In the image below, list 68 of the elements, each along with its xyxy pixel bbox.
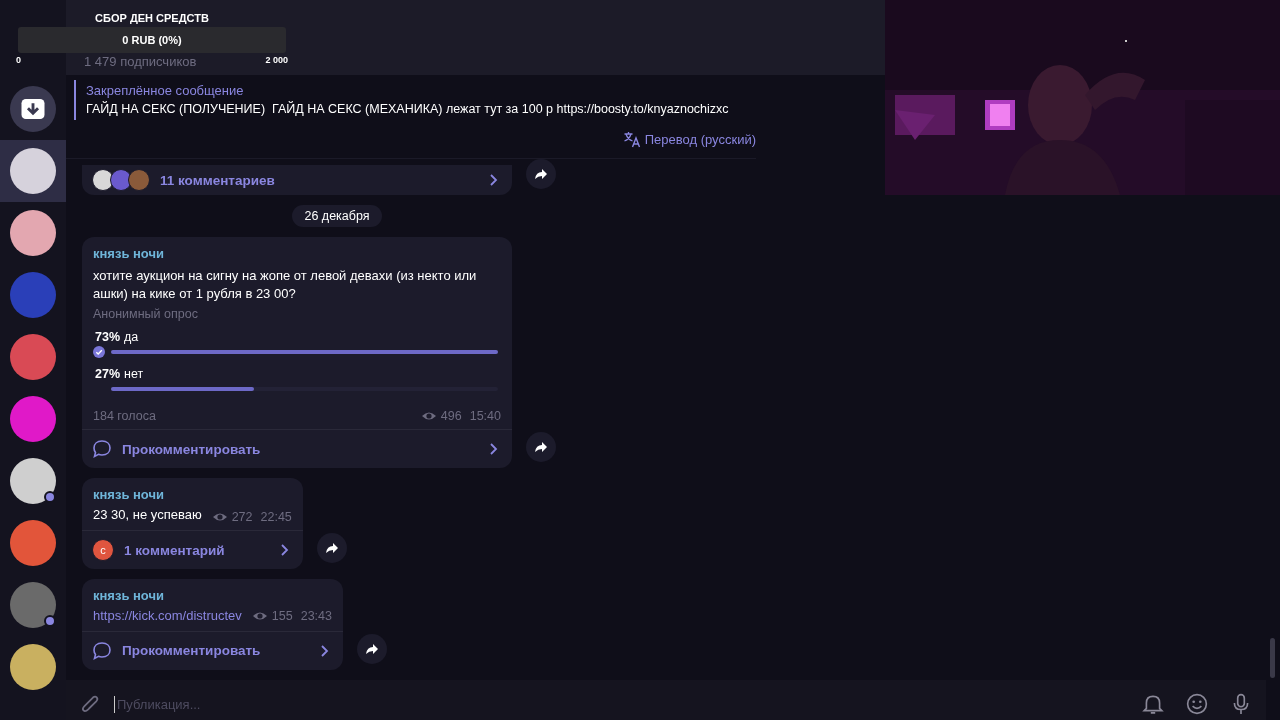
- poll-percent: 27%: [95, 367, 121, 381]
- poll-percent: 73%: [95, 330, 121, 344]
- chevron-icon: [279, 544, 289, 556]
- message-input[interactable]: Публикация...: [114, 695, 1128, 713]
- vote-count: 184 голоса: [93, 409, 156, 423]
- views-icon: [211, 511, 228, 523]
- message-time: 22:45: [260, 510, 292, 524]
- comments-label: Прокомментировать: [122, 441, 262, 457]
- message-time: 23:43: [300, 608, 332, 625]
- message-composer[interactable]: Публикация...: [66, 680, 1266, 720]
- comments-label: Прокомментировать: [122, 642, 262, 660]
- share-icon: [323, 540, 340, 556]
- avatar[interactable]: [10, 582, 56, 628]
- donation-amount: 0 RUB (0%): [122, 34, 182, 46]
- author-name[interactable]: князь ночи: [93, 245, 501, 263]
- emoji-icon[interactable]: [1186, 693, 1208, 715]
- share-icon: [533, 439, 549, 455]
- comments-button[interactable]: Прокомментировать: [82, 632, 343, 670]
- comments-button[interactable]: с 1 комментарий: [82, 531, 303, 569]
- chevron-icon: [319, 645, 329, 657]
- avatar[interactable]: [10, 148, 56, 194]
- pinned-text: ГАЙД НА СЕКС (ПОЛУЧЕНИЕ) ГАЙД НА СЕКС (МЕХАНИКА) лежат тут за 100 р https://boosty.to/knyaznochizxc: [86, 100, 729, 118]
- poll-option: да: [124, 330, 139, 344]
- share-icon: [363, 641, 380, 657]
- comment-icon: [92, 641, 112, 661]
- view-count: 155: [271, 608, 293, 625]
- avatar[interactable]: [10, 644, 56, 690]
- donation-title: СБОР ДЕН СРЕДСТВ: [95, 12, 209, 24]
- attach-icon[interactable]: [80, 694, 100, 714]
- views-icon: [420, 410, 437, 422]
- message-text: 23 30, не успеваю: [93, 506, 202, 524]
- commenter-avatar: с: [92, 539, 114, 561]
- bell-icon[interactable]: [1142, 693, 1164, 715]
- donation-min: 0: [16, 55, 21, 65]
- message-link[interactable]: https://kick.com/distructev: [93, 607, 242, 625]
- share-button[interactable]: [316, 533, 347, 563]
- comments-label: 11 комментариев: [160, 172, 276, 188]
- comments-label: 1 комментарий: [124, 542, 226, 558]
- share-button[interactable]: [526, 159, 556, 189]
- chevron-icon: [489, 174, 498, 186]
- share-button[interactable]: [526, 432, 556, 462]
- avatar[interactable]: [10, 458, 56, 504]
- subscriber-count: 1 479 подписчиков: [84, 54, 197, 69]
- views-icon: [251, 610, 268, 622]
- pinned-message[interactable]: Закреплённое сообщение ГАЙД НА СЕКС (ПОЛУЧЕНИЕ) ГАЙД НА СЕКС (МЕХАНИКА) лежат тут за 100 р https://boosty.to/knyaznochizxc: [74, 80, 729, 120]
- author-name[interactable]: князь ночи: [93, 486, 292, 504]
- message-time: 15:40: [469, 409, 501, 423]
- translate-icon: [622, 130, 641, 148]
- date-label: 26 декабря: [292, 205, 382, 227]
- comments-button[interactable]: 11 комментариев: [82, 165, 512, 195]
- share-icon: [533, 166, 549, 182]
- comments-button[interactable]: Прокомментировать: [82, 430, 512, 468]
- author-name[interactable]: князь ночи: [93, 587, 332, 605]
- poll-option: нет: [124, 367, 144, 381]
- poll-question: хотите аукцион на сигну на жопе от левой девахи (из некто или ашки) на кике от 1 рубля в 23 00?: [93, 267, 478, 303]
- avatar[interactable]: [10, 210, 56, 256]
- chevron-icon: [489, 443, 498, 455]
- poll-type: Анонимный опрос: [93, 307, 199, 321]
- avatar[interactable]: [10, 520, 56, 566]
- archive-icon[interactable]: [10, 86, 56, 132]
- share-button[interactable]: [356, 634, 387, 664]
- view-count: 496: [440, 409, 462, 423]
- pinned-title: Закреплённое сообщение: [86, 82, 245, 100]
- donation-max: 2 000: [265, 55, 288, 65]
- comment-icon: [92, 439, 112, 459]
- view-count: 272: [231, 510, 253, 524]
- translate-button[interactable]: Перевод (русский): [622, 130, 756, 148]
- scrollbar-thumb[interactable]: [1270, 638, 1275, 678]
